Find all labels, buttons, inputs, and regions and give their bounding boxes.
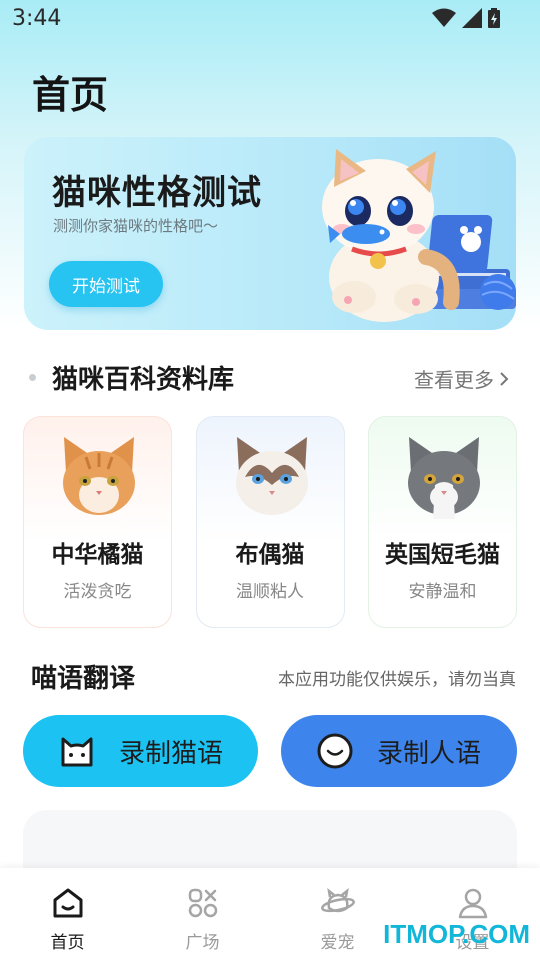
record-human-label: 录制人语 — [377, 738, 482, 769]
page-title: 首页 — [32, 73, 109, 117]
pet-planet-icon — [320, 887, 355, 913]
tab-label: 爱宠 — [320, 933, 355, 953]
wifi-icon — [432, 8, 456, 27]
tab-home[interactable]: 首页 — [0, 868, 135, 960]
see-more-label: 查看更多 — [414, 368, 494, 392]
ragdoll-cat-image — [235, 437, 308, 515]
status-icons — [432, 8, 500, 28]
start-test-button[interactable]: 开始测试 — [49, 261, 163, 307]
cat-card-british-shorthair[interactable]: 英国短毛猫 安静温和 — [368, 416, 517, 628]
square-grid-icon — [188, 888, 217, 918]
translate-disclaimer: 本应用功能仅供娱乐，请勿当真 — [278, 670, 516, 690]
user-icon — [458, 888, 487, 919]
section-dot — [29, 374, 36, 381]
translate-title: 喵语翻译 — [31, 664, 136, 694]
tab-square[interactable]: 广场 — [135, 868, 270, 960]
chevron-right-icon — [500, 371, 509, 386]
cat-desc: 安静温和 — [408, 582, 477, 602]
cat-card-orange-tabby[interactable]: 中华橘猫 活泼贪吃 — [23, 416, 172, 628]
banner-subtitle: 测测你家猫咪的性格吧～ — [53, 217, 219, 235]
cat-face-icon — [61, 737, 93, 767]
cat-card-ragdoll[interactable]: 布偶猫 温顺粘人 — [195, 416, 345, 628]
record-cat-button[interactable]: 录制猫语 — [23, 715, 258, 787]
tab-label: 首页 — [50, 933, 85, 953]
tab-label: 广场 — [185, 933, 220, 953]
cat-name: 英国短毛猫 — [385, 542, 500, 568]
status-bar: 3:44 — [0, 0, 540, 38]
battery-icon — [488, 8, 500, 28]
cat-desc: 活泼贪吃 — [63, 582, 132, 602]
british-shorthair-cat-image — [408, 437, 480, 519]
orange-tabby-cat-image — [63, 437, 135, 515]
personality-test-banner[interactable]: 猫咪性格测试 测测你家猫咪的性格吧～ 开始测试 — [24, 137, 516, 330]
cat-desc: 温顺粘人 — [236, 582, 304, 602]
see-more-link[interactable]: 查看更多 — [414, 364, 510, 393]
record-cat-label: 录制猫语 — [119, 738, 224, 769]
encyclopedia-title: 猫咪百科资料库 — [52, 365, 235, 395]
cat-name: 布偶猫 — [235, 542, 305, 568]
record-human-button[interactable]: 录制人语 — [281, 715, 517, 787]
cat-mascot-illustration — [322, 149, 516, 322]
home-icon — [53, 888, 82, 918]
cat-name: 中华橘猫 — [51, 542, 144, 568]
signal-icon — [462, 8, 482, 28]
banner-title: 猫咪性格测试 — [52, 173, 262, 213]
watermark: ITMOP.COM — [383, 919, 530, 949]
smiley-face-icon — [317, 733, 353, 769]
cat-cards: 中华橘猫 活泼贪吃 布偶猫 温顺粘人 英国短毛猫 安静温和 — [23, 416, 517, 628]
status-time: 3:44 — [12, 6, 62, 31]
